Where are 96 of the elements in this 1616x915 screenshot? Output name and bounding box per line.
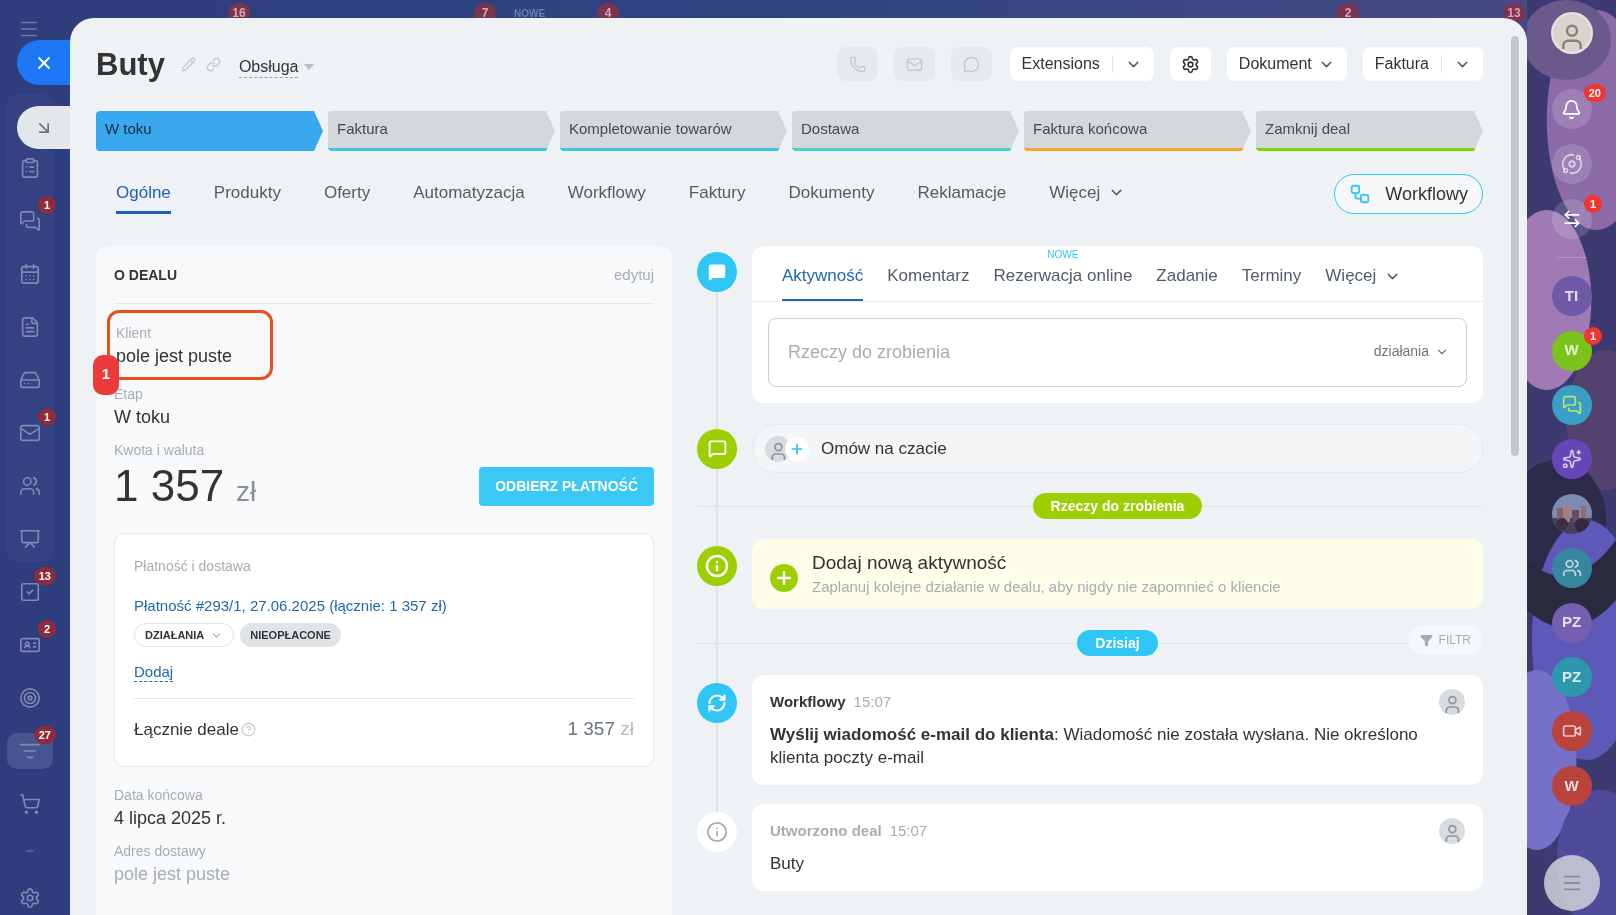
activity-tab[interactable]: Komentarz — [887, 253, 970, 301]
tab[interactable]: Dokumenty — [788, 174, 875, 214]
new-label: NOWE — [1047, 250, 1079, 260]
add-link[interactable]: Dodaj — [134, 663, 174, 682]
calendar-icon — [19, 262, 41, 285]
workflow-icon — [1349, 183, 1372, 205]
split-button[interactable]: Faktura — [1362, 47, 1483, 81]
button-label: Extensions — [1021, 54, 1101, 74]
currency: zł — [236, 474, 257, 509]
tab[interactable]: Faktury — [688, 174, 746, 214]
field-value: 4 lipca 2025 r. — [114, 806, 228, 830]
collapse-tab[interactable] — [17, 106, 70, 149]
stage-step[interactable]: Dostawa — [792, 111, 1019, 151]
activity-tab[interactable]: Zadanie — [1156, 253, 1218, 301]
section-divider-label: Dzisiaj — [1077, 630, 1158, 656]
total-label: Łącznie deale — [134, 718, 239, 741]
payment-link[interactable]: Płatność #293/1, 27.06.2025 (łącznie: 1 357 zł) — [134, 594, 634, 617]
checkbox-icon — [19, 580, 41, 603]
target-icon — [19, 686, 41, 709]
card-title: Dodaj nową aktywność — [812, 551, 1008, 575]
status-label: NIEOPŁACONE — [240, 623, 341, 647]
event-time: 15:07 — [889, 820, 928, 841]
scrollbar-thumb[interactable] — [1511, 36, 1519, 456]
tab[interactable]: Reklamacje — [917, 174, 1007, 214]
tab[interactable]: Więcej — [1049, 174, 1126, 214]
split-button[interactable]: Extensions — [1009, 47, 1154, 81]
event-text: Wyślij wiadomość e-mail do klienta: Wiadomość nie została wysłana. Nie określono klienta poczty e-mail — [770, 724, 1419, 769]
count-badge: 1 — [38, 196, 56, 214]
cart-icon — [19, 792, 41, 815]
filter-icon — [1419, 633, 1433, 647]
stage-step[interactable]: W toku — [96, 111, 323, 151]
field-label: Klient — [116, 323, 153, 343]
stage-step[interactable]: Kompletowanie towarów — [560, 111, 787, 151]
actions-dropdown[interactable]: DZIAŁANIA — [134, 623, 235, 647]
tab[interactable]: Oferty — [323, 174, 371, 214]
mail-icon — [905, 55, 923, 73]
amount-value: 1 357 — [114, 459, 225, 512]
deal-title: Buty — [96, 48, 165, 80]
field-value: W toku — [114, 405, 171, 429]
close-button[interactable] — [17, 40, 70, 85]
chat-row[interactable]: Omów na czacie — [752, 424, 1483, 473]
triangle-caret-icon — [304, 64, 315, 70]
card-title: O DEALU — [114, 265, 177, 285]
activity-tab[interactable]: Więcej — [1325, 253, 1402, 301]
chat-icon — [19, 209, 41, 232]
count-badge: 27 — [33, 726, 56, 744]
dropdown-button[interactable]: Dokument — [1226, 47, 1347, 81]
count-badge: 2 — [38, 620, 56, 638]
field-label: Data końcowa — [114, 785, 204, 805]
tab[interactable]: Workflowy — [567, 174, 646, 214]
field-label: Adres dostawy — [114, 841, 207, 861]
category-dropdown[interactable]: Obsługa — [238, 56, 315, 78]
presentation-icon — [19, 527, 41, 550]
message-icon — [708, 263, 726, 281]
new-label: NOWE — [514, 7, 546, 21]
event-title: Utworzono deal — [770, 820, 882, 841]
info-icon — [706, 821, 728, 843]
event-time: 15:07 — [853, 691, 892, 712]
button-label: Faktura — [1374, 54, 1430, 74]
document-icon — [19, 315, 41, 338]
card-subtitle: Zaplanuj kolejne działanie w dealu, aby nigdy nie zapomnieć o kliencie — [812, 577, 1281, 597]
people-icon — [19, 474, 41, 497]
section-title: Płatność i dostawa — [134, 556, 252, 576]
add-icon — [770, 564, 798, 592]
stage-step[interactable]: Faktura końcowa — [1024, 111, 1251, 151]
section-divider-label: Rzeczy do zrobienia — [1032, 493, 1203, 519]
count-badge: 13 — [33, 567, 56, 585]
settings-button[interactable] — [1169, 47, 1211, 81]
total-value: 1 357 zł — [567, 717, 634, 741]
category-label: Obsługa — [238, 56, 299, 78]
actions-dropdown[interactable]: działania — [1373, 341, 1449, 362]
field-value: pole jest puste — [114, 862, 232, 886]
chat-icon — [962, 55, 980, 73]
tab[interactable]: Produkty — [213, 174, 281, 214]
activity-tab[interactable]: Terminy — [1241, 253, 1302, 301]
help-icon[interactable] — [240, 721, 256, 737]
event-title: Workflowy — [770, 691, 846, 712]
tab[interactable]: Automatyzacja — [413, 174, 525, 214]
info-icon — [705, 554, 729, 578]
phone-icon — [848, 55, 866, 73]
stage-step[interactable]: Faktura — [328, 111, 555, 151]
sync-icon — [707, 693, 727, 713]
stage-step[interactable]: Zamknij deal — [1256, 111, 1483, 151]
sidebar-button[interactable] — [7, 732, 53, 769]
field-value: pole jest puste — [116, 344, 234, 368]
event-text: Buty — [770, 853, 806, 875]
tab[interactable]: Ogólne — [116, 174, 171, 214]
settings-icon — [19, 886, 41, 909]
message-icon — [707, 439, 727, 458]
clipboard-icon — [19, 156, 41, 179]
activity-tab[interactable]: Aktywność — [782, 253, 864, 301]
settings-icon — [1180, 54, 1200, 74]
workflow-button[interactable]: Workflowy — [1334, 174, 1483, 214]
count-badge: 1 — [38, 408, 56, 426]
field-label: Kwota i waluta — [114, 440, 206, 460]
add-activity-card[interactable]: Dodaj nową aktywność Zaplanuj kolejne działanie w dealu, aby nigdy nie zapomnieć o kliencie — [752, 539, 1483, 609]
